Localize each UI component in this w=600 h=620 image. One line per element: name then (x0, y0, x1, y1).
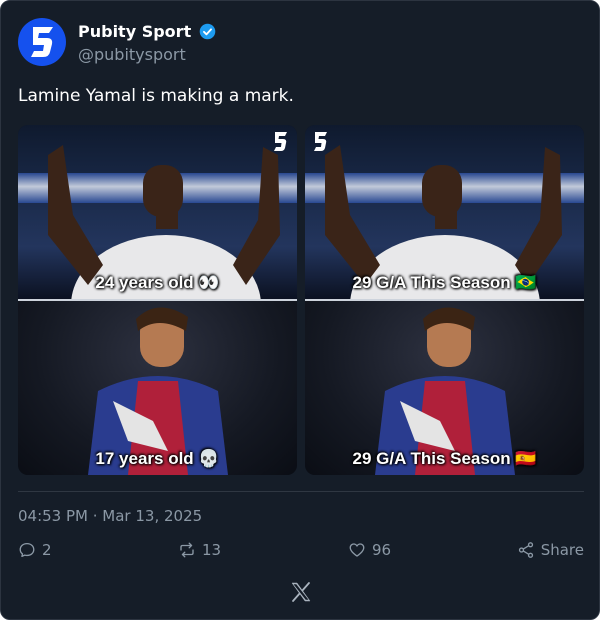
caption-left-top: 24 years old 👀 (95, 273, 220, 292)
tweet-card: Pubity Sport @pubitysport Lamine Yamal i… (0, 0, 600, 620)
media-image-left[interactable]: 24 years old 👀 17 years old 💀 (18, 125, 297, 475)
share-label: Share (540, 541, 584, 559)
caption-right-top: 29 G/A This Season 🇧🇷 (352, 273, 537, 292)
action-bar: 2 13 96 Share (18, 541, 584, 563)
heart-icon (349, 543, 365, 557)
reply-button[interactable]: 2 (18, 541, 52, 559)
retweet-icon (180, 542, 194, 558)
watermark-icon (274, 132, 287, 151)
retweet-button[interactable]: 13 (178, 541, 221, 559)
watermark-icon (314, 132, 327, 151)
divider-line (18, 491, 584, 492)
media-image-right[interactable]: 29 G/A This Season 🇧🇷 29 G/A This Season… (305, 125, 584, 475)
display-name[interactable]: Pubity Sport (78, 22, 191, 41)
author-names: Pubity Sport @pubitysport (78, 21, 216, 64)
tweet-header: Pubity Sport @pubitysport (18, 18, 216, 66)
reply-icon (19, 542, 35, 558)
retweet-count: 13 (202, 541, 222, 559)
x-logo-icon[interactable] (289, 580, 313, 604)
like-count: 96 (372, 541, 392, 559)
tweet-text: Lamine Yamal is making a mark. (18, 86, 294, 106)
caption-left-bottom: 17 years old 💀 (95, 449, 220, 468)
reply-count: 2 (42, 541, 52, 559)
media-grid: 24 years old 👀 17 years old 💀 29 G/A Thi… (18, 125, 584, 475)
share-button[interactable]: Share (517, 541, 584, 559)
share-icon (518, 542, 533, 558)
timestamp[interactable]: 04:53 PM · Mar 13, 2025 (18, 507, 202, 525)
like-button[interactable]: 96 (348, 541, 391, 559)
caption-right-bottom: 29 G/A This Season 🇪🇸 (352, 449, 537, 468)
verified-badge-icon (199, 23, 216, 40)
pubity-logo-icon (31, 27, 53, 57)
author-handle[interactable]: @pubitysport (78, 45, 216, 64)
avatar[interactable] (18, 18, 66, 66)
